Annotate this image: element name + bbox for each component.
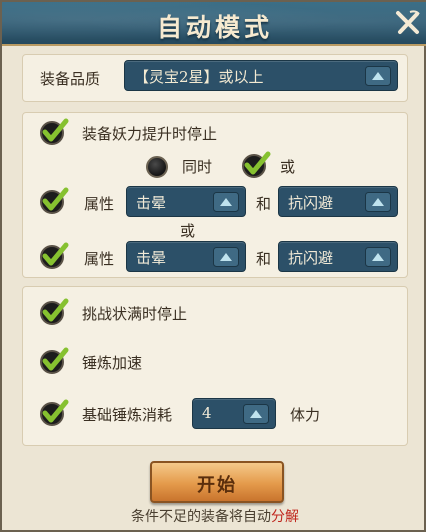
title-bar: 自动模式 (2, 2, 426, 46)
attr-row-2-joiner: 和 (256, 250, 272, 268)
stop-full-check-icon[interactable] (38, 297, 70, 327)
attr-row-2-check-icon[interactable] (38, 241, 70, 271)
auto-mode-dialog: 自动模式 装备品质 【灵宝2星】或以上 装备妖力提升时停止 同时 或 属性 击晕 (0, 0, 426, 532)
footnote-text: 条件不足的装备将自动 (131, 509, 271, 525)
attr-row-2-label: 属性 (84, 250, 115, 268)
attr-row-1-joiner: 和 (256, 195, 272, 213)
footnote-accent: 分解 (271, 509, 299, 525)
attr-row-2-second-value: 抗闪避 (288, 249, 334, 267)
dialog-title: 自动模式 (156, 13, 273, 42)
speed-up-label: 锤炼加速 (82, 354, 143, 372)
attr-row-2-second-dropdown[interactable]: 抗闪避 (278, 241, 398, 272)
start-button-label: 开始 (197, 475, 237, 496)
attr-row-1-first-dropdown[interactable]: 击晕 (126, 186, 246, 217)
basic-cost-unit: 体力 (290, 406, 321, 424)
triangle-up-icon (365, 192, 391, 212)
attr-row-2-first-value: 击晕 (136, 249, 167, 267)
quality-dropdown[interactable]: 【灵宝2星】或以上 (124, 60, 398, 91)
mode-both-label: 同时 (182, 158, 213, 176)
triangle-up-icon (365, 66, 391, 86)
attr-row-1-check-icon[interactable] (38, 186, 70, 216)
speed-up-check-icon[interactable] (38, 346, 70, 376)
basic-cost-label: 基础锤炼消耗 (82, 406, 173, 424)
mode-or-label: 或 (280, 158, 296, 176)
demon-power-check-icon[interactable] (38, 117, 70, 147)
triangle-up-icon (243, 404, 269, 424)
attr-row-1-label: 属性 (84, 195, 115, 213)
triangle-up-icon (213, 192, 239, 212)
triangle-up-icon (213, 247, 239, 267)
mode-both-radio[interactable] (146, 156, 168, 178)
footnote: 条件不足的装备将自动分解 (2, 506, 426, 526)
attr-row-1-second-value: 抗闪避 (288, 194, 334, 212)
triangle-up-icon (365, 247, 391, 267)
basic-cost-value: 4 (202, 404, 212, 422)
attr-row-1-second-dropdown[interactable]: 抗闪避 (278, 186, 398, 217)
attr-row-2-first-dropdown[interactable]: 击晕 (126, 241, 246, 272)
mode-or-check-icon[interactable] (240, 150, 272, 180)
quality-value: 【灵宝2星】或以上 (134, 68, 264, 86)
basic-cost-check-icon[interactable] (38, 398, 70, 428)
stop-full-label: 挑战状满时停止 (82, 305, 188, 323)
start-button[interactable]: 开始 (150, 461, 284, 503)
close-icon[interactable] (392, 8, 422, 38)
attr-or-label: 或 (180, 222, 196, 240)
demon-power-label: 装备妖力提升时停止 (82, 125, 218, 143)
quality-label: 装备品质 (40, 70, 101, 88)
basic-cost-dropdown[interactable]: 4 (192, 398, 276, 429)
attr-row-1-first-value: 击晕 (136, 194, 167, 212)
